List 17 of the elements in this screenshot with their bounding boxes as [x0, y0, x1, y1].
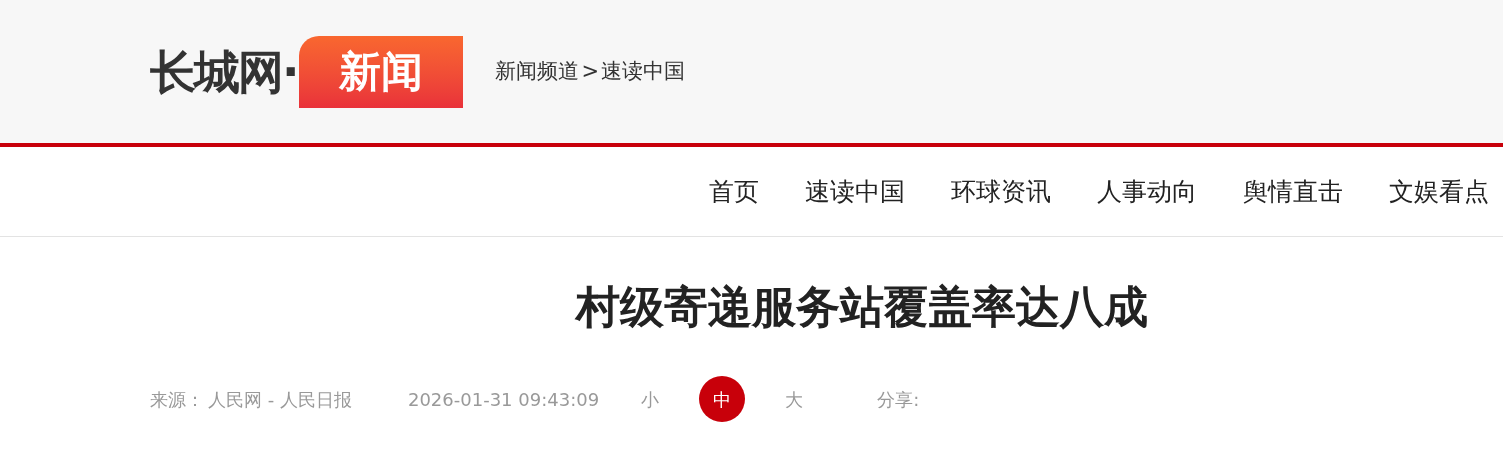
breadcrumb-link[interactable]: 新闻频道	[495, 55, 580, 88]
source-label: 来源：	[150, 387, 204, 412]
nav-link[interactable]: 首页	[709, 172, 759, 211]
channel-logo[interactable]: 新闻	[299, 35, 464, 108]
article-title: 村级寄递服务站覆盖率达八成	[575, 280, 1148, 334]
nav-link[interactable]: 舆情直击	[1243, 172, 1343, 211]
nav-link[interactable]: 文娱看点	[1389, 172, 1489, 211]
nav-link[interactable]: 速读中国	[805, 172, 905, 211]
source-text: 人民网 - 人民日报	[208, 387, 352, 412]
nav-link[interactable]: 环球资讯	[951, 172, 1051, 211]
publish-time: 2026-01-31 09:43:09	[407, 387, 600, 412]
site-logo[interactable]: 长城网·	[150, 48, 298, 95]
breadcrumb-link[interactable]: 速读中国	[601, 55, 686, 88]
share-label: 分享:	[877, 387, 920, 412]
nav-link[interactable]: 人事动向	[1097, 172, 1197, 211]
font-size-button[interactable]: 中	[699, 376, 746, 422]
breadcrumb-separator: >	[581, 57, 600, 85]
